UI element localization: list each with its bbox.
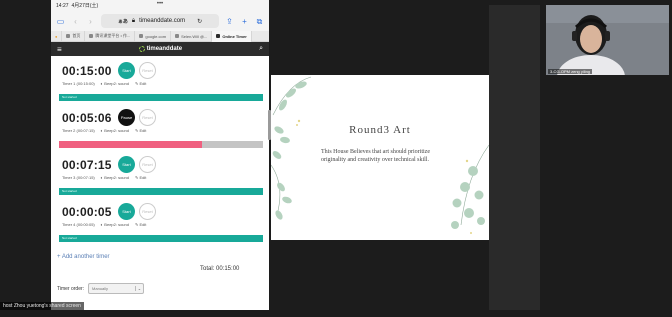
- timer-progress-bar: Not started: [59, 235, 263, 242]
- timer-name: Timer 3 (00:07:15): [62, 175, 95, 180]
- timer-card: 00:00:05 Start Reset Timer 4 (00:00:05) …: [57, 197, 263, 244]
- pause-button[interactable]: Pause: [118, 109, 135, 126]
- participant-avatar: [546, 5, 669, 75]
- timer-display: 00:15:00: [62, 64, 112, 78]
- timer-card: 00:15:00 Start Reset Timer 1 (00:15:00) …: [57, 56, 263, 103]
- favicon-icon: [216, 34, 221, 38]
- back-icon[interactable]: ‹: [71, 17, 80, 26]
- speaker-icon: 🔈︎: [100, 128, 104, 133]
- logo-icon: [138, 46, 145, 52]
- share-label: host Zhou yuetong's shared screen: [0, 302, 84, 310]
- favicon-icon: [175, 34, 180, 38]
- status-dots: •••: [156, 1, 164, 7]
- tab-online-timer[interactable]: Online Timer: [212, 30, 252, 42]
- new-tab-icon[interactable]: +: [240, 17, 249, 26]
- pencil-icon: ✎: [134, 81, 139, 86]
- timer-progress-bar: [59, 141, 263, 148]
- timer-display: 00:00:05: [62, 205, 112, 219]
- tab-strip: ● 首页 腾讯课堂平台 • 作... google.com Selen.Will…: [51, 30, 269, 42]
- chevron-down-icon: ⌄: [134, 286, 141, 291]
- status-date: 4月27日(土): [71, 3, 99, 9]
- sound-setting[interactable]: 🔈︎ Beep2: sound: [101, 222, 129, 227]
- edit-link[interactable]: ✎ Edit: [135, 222, 146, 227]
- add-timer-link[interactable]: + Add another timer: [57, 254, 110, 260]
- timer-card: 00:07:15 Start Reset Timer 3 (00:07:15) …: [57, 150, 263, 197]
- side-panel: [489, 5, 540, 310]
- tab-google[interactable]: google.com: [135, 30, 172, 42]
- participant-video[interactable]: 3-CG-OPM zeng yiling: [546, 5, 669, 75]
- share-icon[interactable]: ⇪: [225, 17, 234, 26]
- site-header: ≡ timeanddate ⌕: [51, 42, 269, 56]
- reset-button[interactable]: Reset: [139, 109, 156, 126]
- favicon-icon: [89, 34, 94, 38]
- tab-home[interactable]: 首页: [62, 30, 86, 42]
- timer-meta: Timer 3 (00:07:15) 🔈︎ Beep2: sound ✎ Edi…: [62, 175, 146, 180]
- timer-order-label: Timer order:: [57, 285, 85, 292]
- site-logo[interactable]: timeanddate: [138, 46, 182, 52]
- sidebar-icon[interactable]: ▭: [56, 17, 65, 26]
- timer-name: Timer 4 (00:00:05): [62, 222, 95, 227]
- timer-meta: Timer 1 (00:15:00) 🔈︎ Beep2: sound ✎ Edi…: [62, 81, 146, 86]
- meeting-stage: 14:27 4月27日(土) ••• ▭ ‹ › ぁあ 🔒︎ timeandda…: [0, 0, 672, 317]
- status-time: 14:27: [56, 2, 69, 9]
- reset-button[interactable]: Reset: [139, 62, 156, 79]
- menu-icon[interactable]: ≡: [57, 45, 62, 54]
- reset-button[interactable]: Reset: [139, 156, 156, 173]
- start-button[interactable]: Start: [118, 62, 135, 79]
- timer-order-select[interactable]: Manually ⌄: [88, 283, 145, 294]
- timer-meta: Timer 4 (00:00:05) 🔈︎ Beep2: sound ✎ Edi…: [62, 222, 146, 227]
- timer-display: 00:05:06: [62, 111, 112, 125]
- timer-progress-fill: [59, 141, 202, 148]
- sound-setting[interactable]: 🔈︎ Beep2: sound: [101, 175, 129, 180]
- edit-link[interactable]: ✎ Edit: [135, 128, 146, 133]
- timer-progress-bar: Not started: [59, 94, 263, 101]
- tab-favicon[interactable]: ●: [51, 30, 63, 42]
- timer-order-value: Manually: [92, 286, 109, 291]
- speaker-icon: 🔈︎: [100, 222, 104, 227]
- pencil-icon: ✎: [134, 128, 139, 133]
- start-button[interactable]: Start: [118, 156, 135, 173]
- timer-status: Not started: [62, 236, 77, 240]
- lock-icon: 🔒︎: [131, 17, 136, 24]
- shared-phone-screen: 14:27 4月27日(土) ••• ▭ ‹ › ぁあ 🔒︎ timeandda…: [51, 0, 269, 310]
- speaker-icon: 🔈︎: [100, 175, 104, 180]
- pencil-icon: ✎: [134, 175, 139, 180]
- reload-icon[interactable]: ↻: [197, 18, 202, 25]
- pencil-icon: ✎: [134, 222, 139, 227]
- timer-card: 00:05:06 Pause Reset Timer 2 (00:07:15) …: [57, 103, 263, 150]
- sound-setting[interactable]: 🔈︎ Beep2: sound: [101, 128, 129, 133]
- start-button[interactable]: Start: [118, 203, 135, 220]
- status-bar: 14:27 4月27日(土) •••: [51, 0, 269, 11]
- forward-icon[interactable]: ›: [86, 17, 95, 26]
- favicon-icon: [139, 34, 144, 38]
- address-url: timeanddate.com: [139, 18, 186, 24]
- timer-progress-bar: Not started: [59, 188, 263, 195]
- timer-status: Not started: [62, 189, 77, 193]
- participant-name: 3-CG-OPM zeng yiling: [548, 69, 593, 74]
- tab-tencent[interactable]: 腾讯课堂平台 • 作...: [85, 30, 136, 42]
- browser-toolbar: ▭ ‹ › ぁあ 🔒︎ timeanddate.com ↻ ⇪ + ⧉: [51, 11, 269, 31]
- presentation-slide: Round3 Art This House Believes that art …: [271, 75, 489, 240]
- edit-link[interactable]: ✎ Edit: [135, 81, 146, 86]
- slide-motion-text: This House Believes that art should prio…: [321, 149, 430, 163]
- timer-list: 00:15:00 Start Reset Timer 1 (00:15:00) …: [51, 56, 269, 244]
- reader-aa-button[interactable]: ぁあ: [118, 18, 128, 25]
- speaker-icon: 🔈︎: [100, 81, 104, 86]
- timer-display: 00:07:15: [62, 158, 112, 172]
- edit-link[interactable]: ✎ Edit: [135, 175, 146, 180]
- sound-setting[interactable]: 🔈︎ Beep2: sound: [101, 81, 129, 86]
- timer-meta: Timer 2 (00:07:15) 🔈︎ Beep2: sound ✎ Edi…: [62, 128, 146, 133]
- timer-order: Timer order: Manually ⌄: [57, 283, 145, 294]
- tabs-icon[interactable]: ⧉: [255, 17, 264, 26]
- total-time: Total: 00:15:00: [200, 266, 240, 272]
- timer-status: Not started: [62, 95, 77, 99]
- reset-button[interactable]: Reset: [139, 203, 156, 220]
- search-icon[interactable]: ⌕: [259, 45, 263, 53]
- slide-title: Round3 Art: [349, 124, 411, 136]
- favicon-icon: [66, 34, 71, 38]
- timer-name: Timer 2 (00:07:15): [62, 128, 95, 133]
- timer-name: Timer 1 (00:15:00): [62, 81, 95, 86]
- address-field[interactable]: ぁあ 🔒︎ timeanddate.com ↻: [101, 14, 219, 28]
- tab-selen[interactable]: Selen.Will @...: [171, 30, 213, 42]
